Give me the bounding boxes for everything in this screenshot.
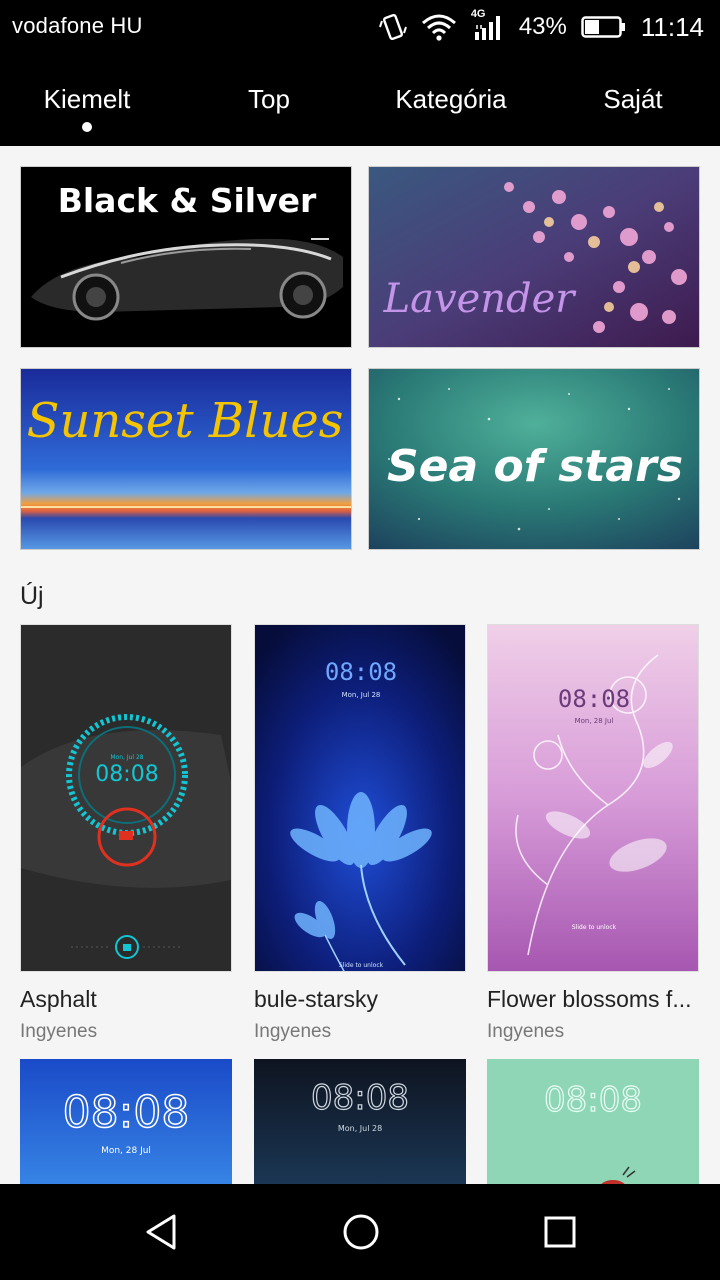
vibrate-icon [378,12,407,42]
back-icon[interactable] [140,1210,184,1254]
lock-date: Mon, Jul 28 [338,1124,382,1133]
cell-signal-icon: 4G [471,8,505,44]
tab-kiemelt[interactable]: Kiemelt [0,84,177,115]
banner-title: Lavender [383,276,578,322]
selected-tab-indicator [82,122,92,132]
banner-black-silver[interactable]: Black & Silver [20,166,352,348]
lock-clock: 08:08 [325,658,397,686]
lock-clock: 08:08 [95,762,158,787]
lock-clock: 08:08 [63,1087,190,1138]
lock-caption: Slide to unlock [339,962,384,969]
theme-card-asphalt[interactable]: Mon, Jul 28 08:08 Asphalt Ingyenes [20,624,232,1043]
section-title-new: Új [20,582,44,610]
home-icon[interactable] [339,1210,383,1254]
theme-thumbnail[interactable]: 08:08 Mon, Jul 28 [254,1059,466,1184]
theme-name: Asphalt [20,986,97,1012]
theme-price: Ingyenes [254,1021,332,1042]
status-bar: vodafone HU 4G 43% 11:14 [0,0,720,54]
lock-caption: Slide to unlock [572,924,617,931]
lock-clock: 08:08 [558,685,630,713]
theme-thumbnail[interactable]: 08:08 Mon, 28 Jul [20,1059,232,1184]
theme-thumbnail[interactable]: 08:08 [487,1059,699,1184]
theme-thumbnail[interactable]: 08:08 Mon, Jul 28 Slide to unlock [254,624,466,972]
lock-date: Mon, 28 Jul [575,717,614,725]
lock-date: Mon, Jul 28 [110,754,143,761]
theme-name: bule-starsky [254,986,378,1012]
lock-date: Mon, Jul 28 [342,691,381,699]
battery-icon [581,15,627,39]
theme-name: Flower blossoms f... [487,986,692,1012]
theme-store-content: Black & Silver Lavender Sunset Blues Sea… [0,146,720,1184]
theme-thumbnail[interactable]: Mon, Jul 28 08:08 [20,624,232,972]
lock-date: Mon, 28 Jul [101,1146,151,1156]
banner-lavender[interactable]: Lavender [368,166,700,348]
theme-thumbnail[interactable]: 08:08 Mon, 28 Jul Slide to unlock [487,624,699,972]
lock-clock: 08:08 [544,1080,642,1120]
banner-sea-of-stars[interactable]: Sea of stars [368,368,700,550]
status-icons: 4G 43% 11:14 [378,8,704,46]
tab-bar: Kiemelt Top Kategória Saját [0,54,720,146]
tab-sajat[interactable]: Saját [543,84,720,115]
clock: 11:14 [640,11,704,42]
carrier-name: vodafone HU [12,13,143,38]
theme-card-bule-starsky[interactable]: 08:08 Mon, Jul 28 Slide to unlock bule-s… [254,624,466,1043]
lock-clock: 08:08 [311,1078,409,1118]
theme-card-flower-blossoms[interactable]: 08:08 Mon, 28 Jul Slide to unlock Flower… [487,624,699,1043]
banner-sunset-blues[interactable]: Sunset Blues [20,368,352,550]
battery-percent: 43% [518,13,567,40]
banner-title: Sunset Blues [27,393,344,449]
banner-title: Sea of stars [387,441,683,492]
recents-icon[interactable] [538,1210,582,1254]
theme-price: Ingyenes [487,1021,565,1042]
tab-top[interactable]: Top [179,84,359,115]
navigation-bar [0,1184,720,1280]
banner-title: Black & Silver [58,181,317,220]
tab-kategoria[interactable]: Kategória [361,84,541,115]
wifi-icon [421,13,457,41]
theme-price: Ingyenes [20,1021,98,1042]
